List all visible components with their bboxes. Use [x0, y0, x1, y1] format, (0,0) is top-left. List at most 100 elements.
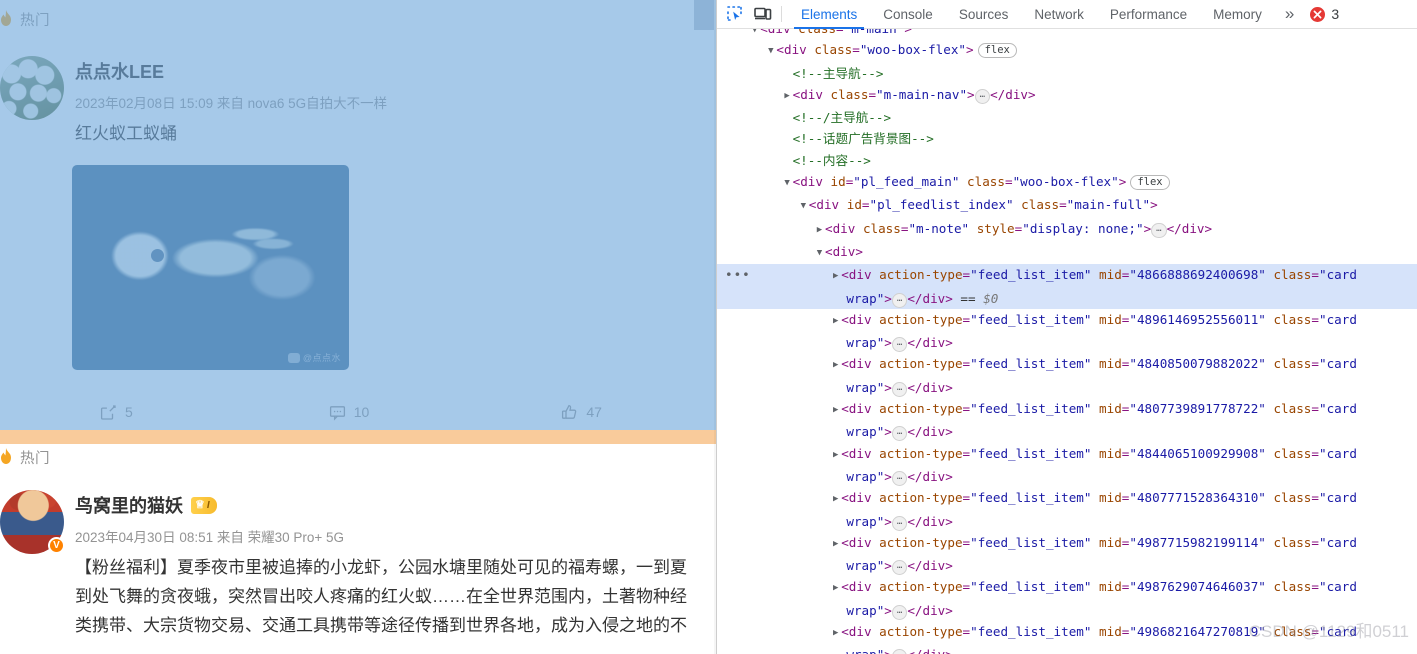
more-tabs-chevron-icon[interactable]: » [1275, 1, 1304, 27]
dom-node-markup: <div class="m-main-nav">… </div> [792, 86, 1036, 104]
twisty-collapsed-icon[interactable] [830, 311, 841, 332]
flex-badge[interactable]: flex [1130, 175, 1170, 191]
post-content-2[interactable]: 【粉丝福利】夏季夜市里被追捧的小龙虾，公园水塘里随处可见的福寿螺，一到夏 到处飞… [75, 553, 687, 640]
dom-node[interactable]: <div> [717, 241, 1417, 264]
twisty-collapsed-icon[interactable] [830, 400, 841, 421]
dom-node[interactable]: <!--话题广告背景图--> [717, 128, 1417, 149]
flex-badge[interactable]: flex [977, 43, 1017, 59]
dom-node[interactable]: <div action-type="feed_list_item" mid="4… [717, 576, 1417, 621]
dom-node[interactable]: <!--主导航--> [717, 63, 1417, 84]
twisty-expanded-icon[interactable] [782, 173, 793, 194]
comment-action[interactable]: 10 [233, 404, 466, 421]
expand-ellipsis-button[interactable]: … [891, 292, 908, 308]
tab-sources[interactable]: Sources [946, 0, 1022, 29]
like-count: 47 [586, 404, 602, 420]
twisty-collapsed-icon[interactable] [830, 534, 841, 555]
dom-node[interactable]: <div action-type="feed_list_item" mid="4… [717, 532, 1417, 577]
dom-node-line: <div> [717, 241, 1417, 264]
dom-node[interactable]: <!--内容--> [717, 150, 1417, 171]
dom-tree[interactable]: <div class="m-main"> <div class="woo-box-… [717, 29, 1417, 654]
tab-performance[interactable]: Performance [1097, 0, 1200, 29]
expand-ellipsis-button[interactable]: … [891, 515, 908, 531]
dom-node-markup: <!--内容--> [792, 152, 871, 168]
expand-ellipsis-button[interactable]: … [974, 88, 991, 104]
expand-ellipsis-button[interactable]: … [891, 649, 908, 654]
tab-console[interactable]: Console [870, 0, 946, 29]
expand-ellipsis-button[interactable]: … [891, 470, 908, 486]
twisty-expanded-icon[interactable] [765, 41, 776, 62]
dom-node[interactable]: <div id="pl_feedlist_index" class="main-… [717, 194, 1417, 217]
dom-node[interactable]: <div action-type="feed_list_item" mid="4… [717, 398, 1417, 443]
dom-node[interactable]: <div class="m-main-nav">…</div> [717, 84, 1417, 107]
avatar[interactable]: V [0, 490, 65, 554]
post-timestamp-2: 2023年04月30日 08:51 来自 荣耀30 Pro+ 5G [75, 526, 687, 546]
expand-ellipsis-button[interactable]: … [891, 337, 908, 353]
tab-memory[interactable]: Memory [1200, 0, 1275, 29]
tab-network[interactable]: Network [1021, 0, 1097, 29]
toolbar-divider [781, 6, 782, 22]
dom-node-markup: <!--/主导航--> [792, 110, 892, 126]
expand-ellipsis-button[interactable]: … [891, 381, 908, 397]
twisty-collapsed-icon[interactable] [782, 86, 793, 107]
feed-card-1[interactable]: 点点水LEE 2023年02月08日 15:09 来自 nova6 5G自拍大不… [0, 28, 716, 434]
twisty-collapsed-icon[interactable] [814, 220, 825, 241]
dom-node[interactable]: <div action-type="feed_list_item" mid="4… [717, 443, 1417, 488]
dom-node[interactable]: <div id="pl_feed_main" class="woo-box-fl… [717, 171, 1417, 194]
dom-node-markup: <div action-type="feed_list_item" mid="4… [841, 267, 1357, 308]
dom-node[interactable]: <!--/主导航--> [717, 107, 1417, 128]
device-toolbar-icon[interactable] [749, 1, 777, 27]
post-timestamp-1: 2023年02月08日 15:09 来自 nova6 5G自拍大不一样 [75, 92, 387, 112]
twisty-expanded-icon[interactable] [798, 196, 809, 217]
thumbs-up-icon [561, 404, 578, 421]
dom-node[interactable]: <div class="m-note" style="display: none… [717, 218, 1417, 241]
dom-node-markup: <div action-type="feed_list_item" mid="4… [841, 579, 1357, 620]
expand-ellipsis-button[interactable]: … [891, 604, 908, 620]
error-count-badge[interactable]: 3 [1310, 6, 1339, 22]
dom-node-clipped[interactable]: <div class="m-main"> [717, 29, 1417, 39]
dom-node[interactable]: <div action-type="feed_list_item" mid="4… [717, 621, 1417, 654]
flame-icon [0, 10, 14, 28]
error-count-label: 3 [1331, 6, 1340, 22]
feed-card-2[interactable]: V 鸟窝里的猫妖 ♕ I 2023年04月30日 08:51 来自 荣耀30 P… [0, 462, 716, 640]
page-scrollbar-thumb[interactable] [694, 0, 714, 30]
avatar[interactable] [0, 56, 64, 120]
post-source-text[interactable]: 来自 nova6 5G自拍大不一样 [217, 96, 387, 111]
dom-node[interactable]: <div action-type="feed_list_item" mid="4… [717, 487, 1417, 532]
devtools-toolbar: Elements Console Sources Network Perform… [717, 0, 1417, 29]
twisty-collapsed-icon[interactable] [830, 355, 841, 376]
expand-ellipsis-button[interactable]: … [1151, 222, 1167, 238]
twisty-expanded-icon[interactable] [814, 243, 825, 264]
dom-node[interactable]: <div action-type="feed_list_item" mid="4… [717, 353, 1417, 398]
twisty-collapsed-icon[interactable] [830, 489, 841, 510]
crown-icon: ♕ [195, 498, 205, 511]
dom-node-line: <div id="pl_feed_main" class="woo-box-fl… [717, 171, 1417, 194]
twisty-collapsed-icon[interactable] [830, 445, 841, 466]
expand-ellipsis-button[interactable]: … [891, 426, 908, 442]
dom-node[interactable]: <div class="woo-box-flex">flex [717, 39, 1417, 62]
post-source-text[interactable]: 来自 荣耀30 Pro+ 5G [217, 530, 344, 545]
post-author-name[interactable]: 点点水LEE [75, 58, 164, 84]
devtools-panel: Elements Console Sources Network Perform… [716, 0, 1417, 654]
vip-level-badge[interactable]: ♕ I [191, 496, 217, 514]
post-content-1[interactable]: 红火蚁工蚁蛹 [75, 119, 387, 148]
post-author-name[interactable]: 鸟窝里的猫妖 [75, 492, 183, 518]
inspect-element-icon[interactable] [721, 1, 749, 27]
dom-node-line: <div class="m-main-nav">…</div> [717, 84, 1417, 107]
dom-node-selected[interactable]: •••<div action-type="feed_list_item" mid… [717, 264, 1417, 309]
twisty-collapsed-icon[interactable] [830, 266, 841, 287]
twisty-collapsed-icon[interactable] [830, 623, 841, 644]
post-image[interactable]: @点点水 [72, 165, 349, 370]
twisty-collapsed-icon[interactable] [830, 578, 841, 599]
post-header-1: 点点水LEE 2023年02月08日 15:09 来自 nova6 5G自拍大不… [0, 38, 698, 148]
dom-node-markup: <div id="pl_feed_main" class="woo-box-fl… [793, 174, 1170, 191]
hot-label: 热门 [20, 12, 50, 29]
dom-node-markup: <!--话题广告背景图--> [792, 131, 934, 147]
page-scrollbar-track [714, 0, 716, 654]
dom-node-line: <div action-type="feed_list_item" mid="4… [717, 576, 1417, 621]
image-watermark-text: @点点水 [302, 353, 341, 363]
expand-ellipsis-button[interactable]: … [891, 560, 908, 576]
like-action[interactable]: 47 [465, 404, 698, 421]
share-action[interactable]: 5 [0, 404, 233, 421]
dom-node[interactable]: <div action-type="feed_list_item" mid="4… [717, 309, 1417, 354]
tab-elements[interactable]: Elements [788, 0, 870, 29]
